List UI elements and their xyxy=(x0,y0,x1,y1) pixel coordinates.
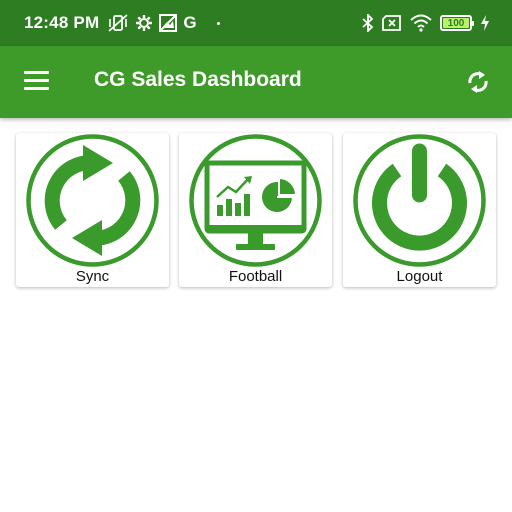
football-label: Football xyxy=(228,268,283,285)
status-bar: 12:48 PM G 100 xyxy=(0,0,512,46)
sim-off-icon xyxy=(382,15,402,31)
image-off-icon xyxy=(159,14,178,32)
bluetooth-icon xyxy=(362,14,374,32)
app-title: CG Sales Dashboard xyxy=(94,68,302,91)
notification-dot xyxy=(216,21,220,25)
battery-icon: 100 xyxy=(440,15,474,31)
hamburger-menu-icon[interactable] xyxy=(24,71,49,91)
status-right-group: 100 xyxy=(362,14,490,32)
sync-icon xyxy=(26,134,159,267)
vibrate-off-icon xyxy=(107,14,129,32)
monitor-chart-icon xyxy=(189,134,322,267)
sync-tile[interactable]: Sync xyxy=(16,133,169,287)
settings-icon xyxy=(135,14,153,32)
sync-label: Sync xyxy=(75,268,110,285)
status-time: 12:48 PM xyxy=(24,13,100,32)
google-icon: G xyxy=(183,13,197,32)
charging-icon xyxy=(480,15,490,31)
battery-level: 100 xyxy=(447,17,465,29)
wifi-icon xyxy=(410,14,432,32)
sync-icon[interactable] xyxy=(464,68,492,96)
power-icon xyxy=(353,134,486,267)
app-bar: CG Sales Dashboard xyxy=(0,46,512,118)
logout-label: Logout xyxy=(396,268,443,285)
status-left-group: 12:48 PM G xyxy=(24,13,220,33)
logout-tile[interactable]: Logout xyxy=(343,133,496,287)
dashboard-tiles: Sync Football Logout xyxy=(16,133,496,287)
football-tile[interactable]: Football xyxy=(179,133,332,287)
